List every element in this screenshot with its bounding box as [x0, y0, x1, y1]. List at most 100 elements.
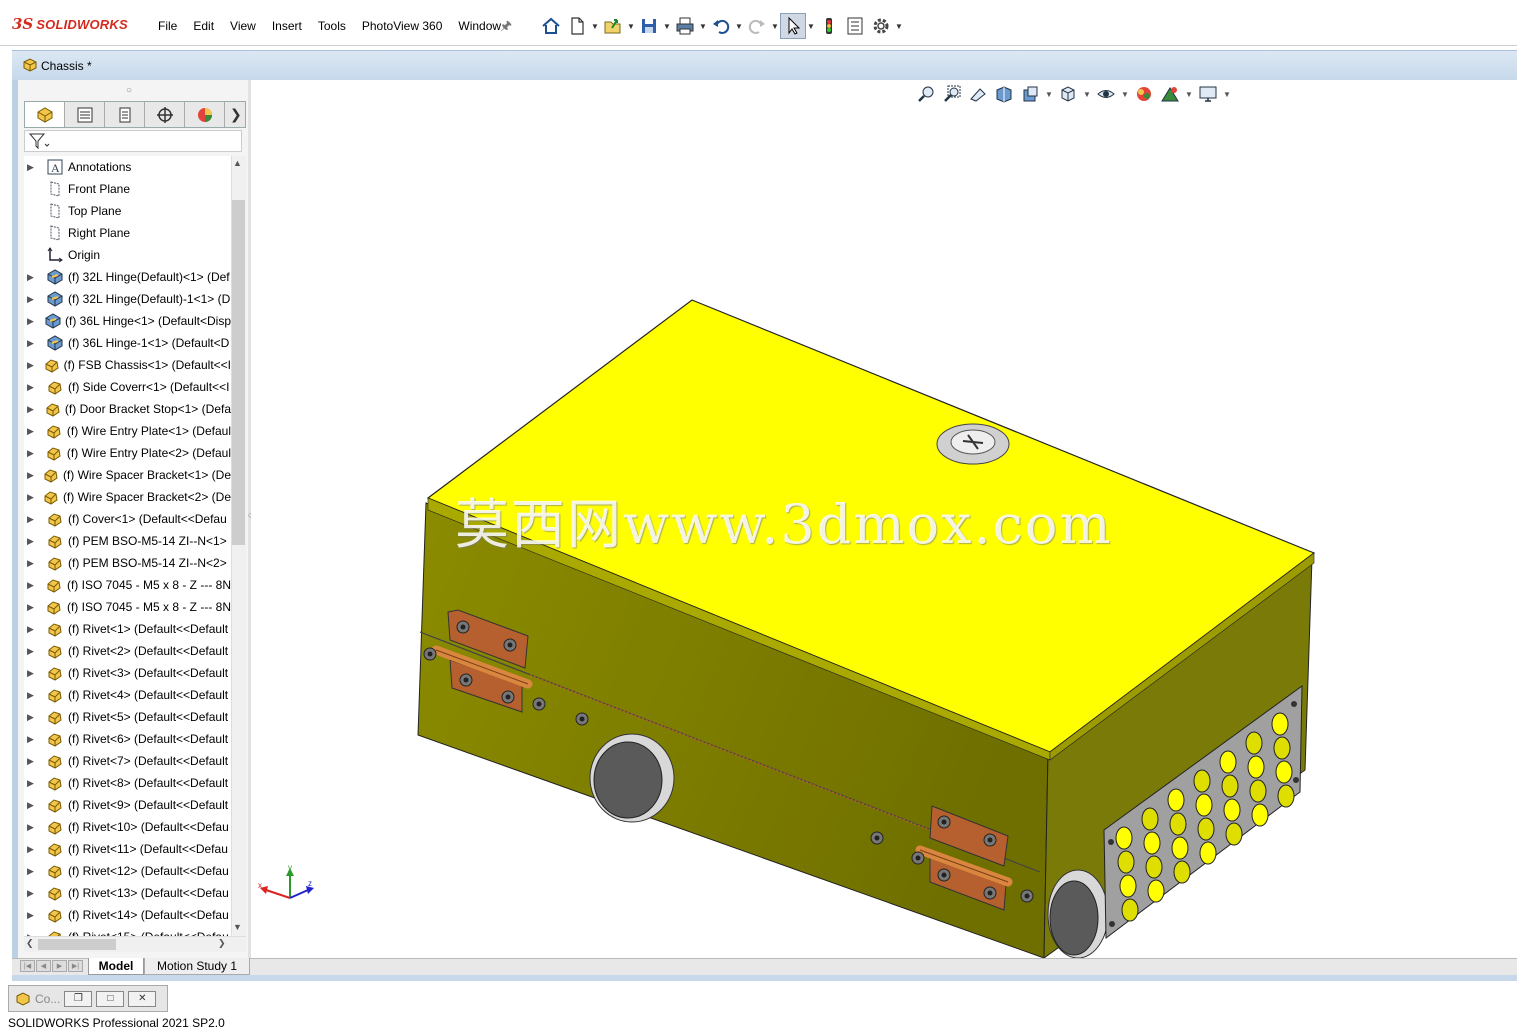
print-icon[interactable] [672, 13, 698, 39]
tree-item[interactable]: ▶ (f) Rivet<2> (Default<<Default [24, 640, 231, 662]
expand-arrow-icon[interactable]: ▶ [27, 844, 39, 855]
expand-arrow-icon[interactable]: ▶ [27, 514, 39, 525]
menu-tools[interactable]: Tools [310, 19, 354, 33]
scroll-up-icon[interactable]: ▲ [233, 158, 242, 168]
tree-item[interactable]: ▶ (f) Rivet<4> (Default<<Default [24, 684, 231, 706]
minimized-document[interactable]: Co... ❐ □ ✕ [8, 985, 168, 1012]
expand-arrow-icon[interactable]: ▶ [27, 272, 39, 283]
chevron-down-icon[interactable]: ▼ [1120, 90, 1130, 99]
scrollbar-thumb[interactable] [38, 939, 116, 950]
maximize-button[interactable]: □ [96, 990, 125, 1007]
tree-item[interactable]: ▶ (f) Wire Entry Plate<1> (Defaul [24, 420, 231, 442]
save-icon[interactable] [636, 13, 662, 39]
tree-item[interactable]: ▶ (f) Side Coverr<1> (Default<<I [24, 376, 231, 398]
chevron-down-icon[interactable]: ▼ [770, 22, 780, 31]
expand-arrow-icon[interactable]: ▶ [27, 888, 39, 899]
last-tab-icon[interactable]: ▶| [68, 960, 83, 972]
appearance-icon[interactable] [1132, 84, 1156, 104]
tree-item[interactable]: ▶ (f) Wire Entry Plate<2> (Defaul [24, 442, 231, 464]
expand-arrow-icon[interactable]: ▶ [27, 822, 39, 833]
tree-item[interactable]: ▶ (f) 36L Hinge<1> (Default<Disp [24, 310, 231, 332]
view-orientation-icon[interactable] [1056, 84, 1080, 104]
chevron-down-icon[interactable]: ▼ [1184, 90, 1194, 99]
tree-item[interactable]: ▶ (f) Rivet<3> (Default<<Default [24, 662, 231, 684]
tree-item[interactable]: ▶ (f) Rivet<11> (Default<<Defau [24, 838, 231, 860]
chevron-down-icon[interactable]: ▼ [894, 22, 904, 31]
first-tab-icon[interactable]: |◀ [20, 960, 35, 972]
chevron-down-icon[interactable]: ▼ [1044, 90, 1054, 99]
tree-item[interactable]: ▶ (f) Rivet<1> (Default<<Default [24, 618, 231, 640]
menu-insert[interactable]: Insert [264, 19, 310, 33]
tree-item[interactable]: ▶ (f) Rivet<14> (Default<<Defau [24, 904, 231, 926]
expand-arrow-icon[interactable]: ▶ [27, 646, 39, 657]
tab-model[interactable]: Model [88, 958, 144, 975]
expand-arrow-icon[interactable]: ▶ [27, 866, 39, 877]
new-document-icon[interactable] [564, 13, 590, 39]
expand-arrow-icon[interactable]: ▶ [27, 536, 39, 547]
menu-photoview[interactable]: PhotoView 360 [354, 19, 451, 33]
expand-arrow-icon[interactable]: ▶ [27, 470, 36, 481]
tree-item[interactable]: ▶ (f) Rivet<5> (Default<<Default [24, 706, 231, 728]
pin-icon[interactable]: 🖈 [500, 17, 512, 39]
expand-arrow-icon[interactable]: ▶ [27, 800, 39, 811]
tree-item[interactable]: Origin [24, 244, 231, 266]
expand-arrow-icon[interactable]: ▶ [27, 382, 39, 393]
tree-item[interactable]: ▶ (f) Rivet<9> (Default<<Default [24, 794, 231, 816]
next-tab-icon[interactable]: ▶ [52, 960, 67, 972]
menu-view[interactable]: View [222, 19, 264, 33]
view-settings-icon[interactable] [1196, 84, 1220, 104]
chevron-down-icon[interactable]: ▼ [734, 22, 744, 31]
expand-arrow-icon[interactable]: ▶ [27, 404, 38, 415]
scroll-right-icon[interactable]: ❯ [218, 938, 226, 949]
section-view-icon[interactable] [992, 84, 1016, 104]
prev-tab-icon[interactable]: ◀ [36, 960, 51, 972]
chevron-down-icon[interactable]: ▼ [590, 22, 600, 31]
expand-arrow-icon[interactable]: ▶ [27, 668, 39, 679]
tree-item[interactable]: ▶ (f) Cover<1> (Default<<Defau [24, 508, 231, 530]
expand-arrow-icon[interactable]: ▶ [27, 690, 39, 701]
display-style-icon[interactable] [1094, 84, 1118, 104]
previous-view-icon[interactable] [966, 84, 990, 104]
tree-item[interactable]: ▶ (f) 32L Hinge(Default)-1<1> (D [24, 288, 231, 310]
scroll-down-icon[interactable]: ▼ [233, 922, 242, 932]
expand-arrow-icon[interactable]: ▶ [27, 426, 39, 437]
expand-arrow-icon[interactable]: ▶ [27, 734, 39, 745]
chevron-down-icon[interactable]: ▼ [626, 22, 636, 31]
panel-grip-icon[interactable]: ○ [126, 85, 132, 96]
tree-item[interactable]: ▶ (f) 36L Hinge-1<1> (Default<D [24, 332, 231, 354]
expand-arrow-icon[interactable]: ▶ [27, 558, 39, 569]
tree-item[interactable]: ▶ (f) Rivet<13> (Default<<Defau [24, 882, 231, 904]
tree-item[interactable]: ▶ (f) Rivet<8> (Default<<Default [24, 772, 231, 794]
expand-arrow-icon[interactable]: ▶ [27, 492, 36, 503]
tree-item[interactable]: ▶ (f) Door Bracket Stop<1> (Defa [24, 398, 231, 420]
expand-arrow-icon[interactable]: ▶ [27, 712, 39, 723]
expand-arrow-icon[interactable]: ▶ [27, 624, 39, 635]
tree-item[interactable]: Front Plane [24, 178, 231, 200]
chevron-down-icon[interactable]: ▼ [806, 22, 816, 31]
expand-arrow-icon[interactable]: ▶ [27, 448, 39, 459]
file-properties-icon[interactable] [842, 13, 868, 39]
tab-property-manager[interactable] [65, 102, 105, 127]
rebuild-icon[interactable] [816, 13, 842, 39]
expand-arrow-icon[interactable]: ▶ [27, 778, 39, 789]
tree-item[interactable]: ▶ A Annotations [24, 156, 231, 178]
tree-item[interactable]: ▶ (f) Rivet<10> (Default<<Defau [24, 816, 231, 838]
options-icon[interactable] [868, 13, 894, 39]
chevron-down-icon[interactable]: ▼ [1082, 90, 1092, 99]
tab-feature-manager[interactable] [25, 102, 65, 127]
expand-arrow-icon[interactable]: ▶ [27, 316, 38, 327]
tree-item[interactable]: ▶ (f) 32L Hinge(Default)<1> (Def [24, 266, 231, 288]
expand-arrow-icon[interactable]: ▶ [27, 338, 39, 349]
chevron-down-icon[interactable]: ▼ [698, 22, 708, 31]
close-button[interactable]: ✕ [128, 990, 157, 1007]
scene-icon[interactable] [1158, 84, 1182, 104]
tree-item[interactable]: ▶ (f) PEM BSO-M5-14 ZI--N<1> [24, 530, 231, 552]
expand-arrow-icon[interactable]: ▶ [27, 910, 39, 921]
restore-button[interactable]: ❐ [64, 990, 93, 1007]
tree-item[interactable]: ▶ (f) Rivet<12> (Default<<Defau [24, 860, 231, 882]
tree-item[interactable]: ▶ (f) Rivet<7> (Default<<Default [24, 750, 231, 772]
chevron-down-icon[interactable]: ▼ [662, 22, 672, 31]
expand-arrow-icon[interactable]: ▶ [27, 602, 39, 613]
chevron-right-icon[interactable]: ❯ [230, 106, 242, 123]
tab-configuration-manager[interactable] [105, 102, 145, 127]
